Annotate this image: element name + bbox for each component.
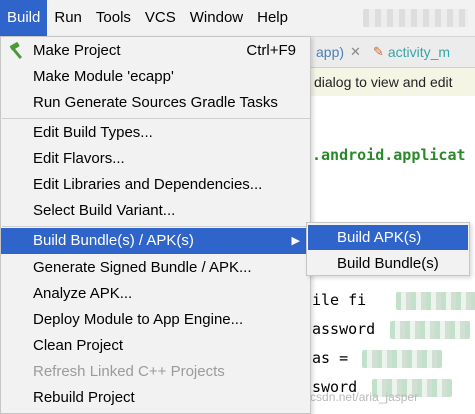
menu-item-select-build-variant[interactable]: Select Build Variant... <box>1 198 310 224</box>
code-line: .android.applicat <box>312 146 466 164</box>
menu-item-refresh-cpp: Refresh Linked C++ Projects <box>33 363 225 380</box>
menu-item-rebuild-project[interactable]: Rebuild Project <box>1 385 310 411</box>
menu-separator <box>2 118 310 119</box>
submenu-item-build-bundles[interactable]: Build Bundle(s) <box>308 251 468 276</box>
menu-window[interactable]: Window <box>183 0 250 36</box>
menu-run[interactable]: Run <box>47 0 89 36</box>
tab-app[interactable]: app) ✕ <box>310 44 367 60</box>
blurred-title <box>363 9 468 27</box>
layout-file-icon: ✎ <box>372 44 384 59</box>
menu-item-generate-signed[interactable]: Generate Signed Bundle / APK... <box>1 255 310 281</box>
hammer-icon <box>9 42 23 60</box>
tab-activity[interactable]: ✎ activity_m <box>367 44 456 60</box>
menu-item-label: Build Bundle(s) / APK(s) <box>33 232 194 249</box>
menu-item-deploy-module[interactable]: Deploy Module to App Engine... <box>1 307 310 333</box>
menu-item-clean-project[interactable]: Clean Project <box>1 333 310 359</box>
pixelated-area <box>390 321 470 339</box>
close-icon[interactable]: ✕ <box>350 44 361 60</box>
menu-item-make-module[interactable]: Make Module 'ecapp' <box>1 64 310 90</box>
menu-separator <box>2 226 310 227</box>
build-bundles-submenu: Build APK(s) Build Bundle(s) <box>306 222 470 276</box>
code-line: assword <box>312 320 376 338</box>
menu-bar: Build Run Tools VCS Window Help <box>0 0 475 37</box>
menu-item-edit-flavors[interactable]: Edit Flavors... <box>1 146 310 172</box>
menu-item-analyze-apk[interactable]: Analyze APK... <box>1 281 310 307</box>
menu-item-edit-libraries[interactable]: Edit Libraries and Dependencies... <box>1 172 310 198</box>
tab-app-label: app) <box>316 44 345 60</box>
editor-hint-banner: dialog to view and edit <box>310 68 475 96</box>
code-line: as = <box>312 349 349 367</box>
menu-item-generate-sources[interactable]: Run Generate Sources Gradle Tasks <box>1 90 310 116</box>
menu-item-build-bundles-apks[interactable]: Build Bundle(s) / APK(s) ▶ <box>1 228 310 254</box>
submenu-item-build-apks[interactable]: Build APK(s) <box>308 225 468 250</box>
menu-item-label: Make Project <box>33 42 121 59</box>
tab-activity-label: activity_m <box>387 44 451 60</box>
editor-tabs: app) ✕ ✎ activity_m <box>310 37 475 68</box>
menu-item-make-project[interactable]: Make Project Ctrl+F9 <box>1 38 310 64</box>
build-menu: Make Project Ctrl+F9 Make Module 'ecapp'… <box>0 36 311 414</box>
menu-item-edit-build-types[interactable]: Edit Build Types... <box>1 120 310 146</box>
menu-vcs[interactable]: VCS <box>138 0 183 36</box>
menu-help[interactable]: Help <box>250 0 295 36</box>
pixelated-area <box>396 292 475 310</box>
code-line: ile fi <box>312 291 367 309</box>
pixelated-area <box>362 350 442 368</box>
shortcut-label: Ctrl+F9 <box>246 42 296 59</box>
submenu-arrow-icon: ▶ <box>291 235 300 247</box>
menu-tools[interactable]: Tools <box>89 0 138 36</box>
menu-build[interactable]: Build <box>0 0 48 36</box>
